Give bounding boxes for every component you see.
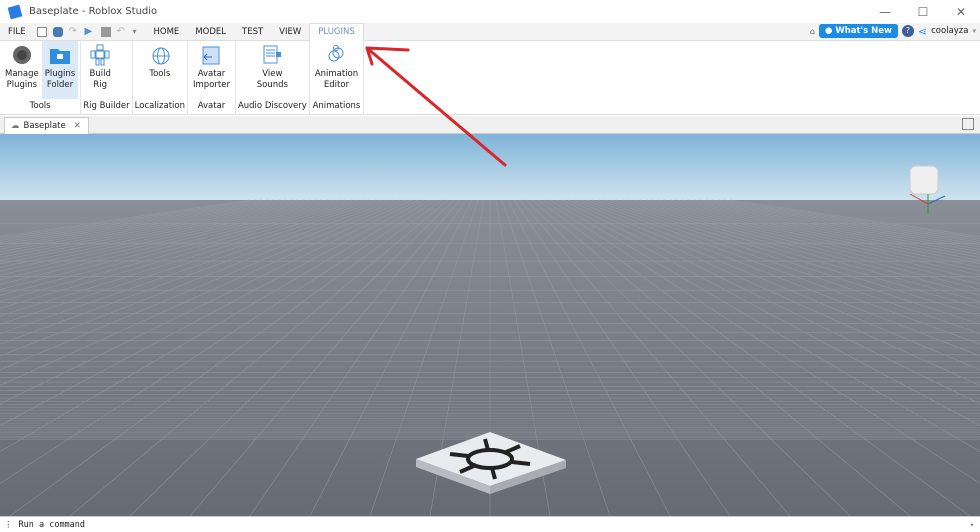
roblox-studio-logo-icon <box>7 4 23 19</box>
view-sounds-button[interactable]: View Sounds <box>254 41 291 99</box>
dock-layout-icon[interactable] <box>962 118 974 130</box>
animation-icon <box>328 45 344 62</box>
redo-icon[interactable]: ↷ <box>69 26 79 37</box>
close-tab-icon[interactable]: ✕ <box>74 121 81 131</box>
build-rig-button[interactable]: Build Rig <box>83 41 117 99</box>
share-icon[interactable]: ⋖ <box>918 25 927 38</box>
tab-label: Baseplate <box>23 121 66 131</box>
new-file-icon[interactable] <box>36 26 47 37</box>
menu-home[interactable]: HOME <box>146 23 188 41</box>
group-localization: Tools Localization <box>133 41 189 114</box>
window-title: Baseplate - Roblox Studio <box>29 6 158 17</box>
button-label: Editor <box>323 80 350 90</box>
button-label: Animation <box>314 69 359 79</box>
command-input[interactable]: Run a command <box>19 520 86 530</box>
plugin-folder-icon <box>49 49 70 64</box>
avatar-importer-button[interactable]: Avatar Importer <box>190 41 233 99</box>
binoculars-icon[interactable] <box>52 26 63 37</box>
button-label: Tools <box>149 69 171 79</box>
group-tools: Manage Plugins Plugins Folder Tools <box>0 41 82 114</box>
whats-new-button[interactable]: ● What's New <box>818 24 898 38</box>
animation-editor-button[interactable]: Animation Editor <box>312 41 361 99</box>
tab-baseplate[interactable]: ☁ Baseplate ✕ <box>4 117 89 134</box>
sky <box>0 134 980 200</box>
maximize-button[interactable]: ☐ <box>904 0 942 23</box>
group-label: Audio Discovery <box>237 101 307 111</box>
button-label: Importer <box>193 80 230 90</box>
group-avatar: Avatar Importer Avatar <box>188 41 236 114</box>
command-bar-grip-icon: ⋮ <box>4 519 13 530</box>
command-history-dropdown-icon[interactable]: ▾ <box>970 521 974 529</box>
button-label: Avatar <box>197 69 226 79</box>
group-label: Tools <box>29 101 51 111</box>
stop-icon[interactable] <box>100 26 111 37</box>
menu-file[interactable]: FILE <box>0 23 34 41</box>
plugins-folder-button[interactable]: Plugins Folder <box>41 41 79 99</box>
group-label: Animations <box>312 101 361 111</box>
menu-model[interactable]: MODEL <box>187 23 234 41</box>
group-label: Localization <box>134 101 186 111</box>
collapse-ribbon-icon[interactable]: ⌂ <box>810 27 815 36</box>
button-label: Folder <box>46 80 74 90</box>
button-label: Rig <box>93 80 108 90</box>
globe-icon <box>152 47 170 65</box>
help-icon[interactable]: ? <box>901 25 914 37</box>
group-rig-builder: Build Rig Rig Builder <box>81 41 133 114</box>
command-bar[interactable]: ⋮ Run a command ▾ <box>0 516 980 532</box>
quick-access-dropdown-icon[interactable]: ▾ <box>133 27 143 37</box>
document-sound-icon <box>263 45 282 64</box>
rig-icon <box>90 44 110 66</box>
localization-tools-button[interactable]: Tools <box>143 41 177 99</box>
button-label: Plugins <box>6 80 38 90</box>
group-audio-discovery: View Sounds Audio Discovery <box>236 41 310 114</box>
play-icon[interactable]: ▶ <box>85 26 95 37</box>
close-button[interactable]: ✕ <box>942 0 980 23</box>
whats-new-label: What's New <box>835 26 892 36</box>
button-label: Manage <box>5 69 39 79</box>
manage-plugins-button[interactable]: Manage Plugins <box>2 41 42 99</box>
group-label: Avatar <box>197 101 226 111</box>
3d-viewport[interactable] <box>0 134 980 516</box>
user-dropdown-icon[interactable]: ▾ <box>972 27 976 35</box>
menu-test[interactable]: TEST <box>234 23 271 41</box>
menu-plugins[interactable]: PLUGINS <box>309 22 364 41</box>
minimize-button[interactable]: — <box>866 0 904 23</box>
plug-gear-icon <box>12 46 31 64</box>
cloud-icon: ☁ <box>11 121 20 131</box>
button-label: Sounds <box>256 80 288 90</box>
menu-bar: FILE ↷ ▶ ↶ ▾ HOME MODEL TEST VIEW PLUGIN… <box>0 22 980 41</box>
ribbon: Manage Plugins Plugins Folder Tools Build R… <box>0 41 980 115</box>
button-label: Build <box>89 69 111 79</box>
button-label: View <box>262 69 283 79</box>
title-bar: Baseplate - Roblox Studio — ☐ ✕ <box>0 0 980 23</box>
group-animations: Animation Editor Animations <box>310 41 365 114</box>
button-label: Plugins <box>44 69 76 79</box>
avatar-importer-icon <box>202 46 220 65</box>
undo-icon[interactable]: ↶ <box>117 26 127 37</box>
user-name[interactable]: coolayza <box>931 26 968 36</box>
group-label: Rig Builder <box>83 101 130 111</box>
menu-view[interactable]: VIEW <box>271 23 309 41</box>
document-tab-bar: ☁ Baseplate ✕ <box>0 116 980 134</box>
